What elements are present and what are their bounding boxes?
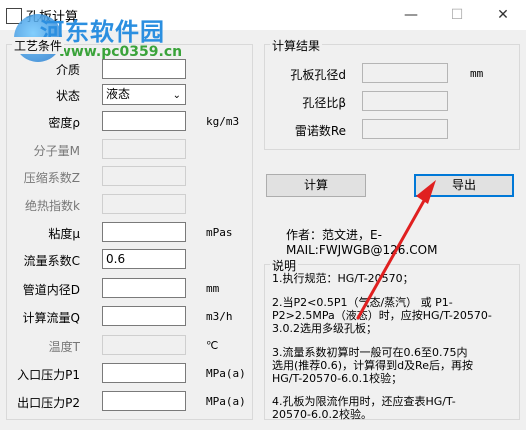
annotation-arrow-icon <box>356 180 436 320</box>
